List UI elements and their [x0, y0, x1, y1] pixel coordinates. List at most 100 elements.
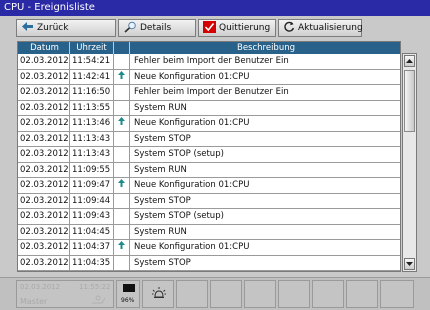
cell-description: System STOP — [134, 133, 191, 144]
check-icon — [203, 20, 216, 36]
cell-icon — [114, 224, 130, 240]
window: CPU - Ereignisliste Zurück Details Quitt… — [0, 0, 430, 310]
cell-icon — [114, 240, 130, 255]
cell-icon — [114, 162, 130, 178]
cell-description: Fehler beim Import der Benutzer Ein — [134, 87, 289, 97]
cell-date: 02.03.2012 — [18, 116, 70, 131]
alarm-bell-icon — [151, 286, 167, 305]
cell-description: System RUN — [134, 226, 187, 237]
arrow-down-icon — [406, 262, 413, 266]
cell-date: 02.03.2012 — [18, 100, 70, 116]
table-row[interactable]: 02.03.2012 11:42:41 Neue Konfiguration 01:… — [18, 69, 400, 85]
scroll-up-button[interactable] — [404, 55, 415, 67]
cell-time: 11:13:43 — [70, 131, 114, 147]
cell-date: 02.03.2012 — [18, 178, 70, 193]
details-button[interactable]: Details — [118, 19, 196, 37]
table-row[interactable]: 02.03.2012 11:13:43 System STOP — [18, 131, 400, 147]
status-slot-2 — [210, 280, 242, 308]
cell-date: 02.03.2012 — [18, 240, 70, 255]
table-row[interactable]: 02.03.2012 11:16:50 Fehler beim Import der… — [18, 85, 400, 101]
cell-time: 11:04:45 — [70, 224, 114, 240]
arrow-up-icon — [118, 70, 125, 82]
cell-time: 11:04:37 — [70, 240, 114, 255]
cell-description: Fehler beim Import der Benutzer Ein — [134, 56, 289, 66]
cell-description: System STOP — [134, 257, 191, 268]
table-row[interactable]: 02.03.2012 11:04:37 Neue Konfiguration 01:… — [18, 240, 400, 256]
cell-icon — [114, 100, 130, 116]
acknowledge-button[interactable]: Quittierung — [198, 19, 276, 37]
vertical-scrollbar[interactable] — [402, 53, 417, 272]
table-row[interactable]: 02.03.2012 11:04:35 System STOP — [18, 255, 400, 271]
table-row[interactable]: 02.03.2012 11:13:43 System STOP (setup) — [18, 147, 400, 163]
cell-date: 02.03.2012 — [18, 69, 70, 85]
cell-time: 11:16:50 — [70, 85, 114, 100]
refresh-button[interactable]: Aktualisierung — [278, 19, 363, 37]
toolbar: Zurück Details Quittierung Aktualisierun… — [0, 17, 430, 39]
table-row[interactable]: 02.03.2012 11:13:46 Neue Konfiguration 01:… — [18, 116, 400, 132]
event-table: Datum Uhrzeit Beschreibung 02.03.2012 11:… — [17, 41, 401, 272]
cell-date: 02.03.2012 — [18, 54, 70, 69]
battery-level: 96% — [121, 297, 135, 304]
cell-icon — [114, 193, 130, 209]
cell-time: 11:42:41 — [70, 69, 114, 85]
table-row[interactable]: 02.03.2012 11:13:55 System RUN — [18, 100, 400, 116]
user-icon — [91, 294, 107, 307]
status-user: Master — [20, 297, 48, 306]
cell-description: System RUN — [134, 102, 187, 113]
refresh-icon — [283, 21, 295, 36]
back-button[interactable]: Zurück — [16, 19, 116, 37]
scroll-thumb[interactable] — [404, 70, 415, 132]
scroll-down-button[interactable] — [404, 258, 415, 270]
cell-time: 11:09:43 — [70, 209, 114, 224]
cell-icon — [114, 209, 130, 224]
window-title: CPU - Ereignisliste — [0, 0, 430, 16]
cell-date: 02.03.2012 — [18, 85, 70, 100]
cell-description: System STOP (setup) — [134, 149, 224, 159]
cell-description: Neue Konfiguration 01:CPU — [134, 242, 250, 252]
cell-description: Neue Konfiguration 01:CPU — [134, 71, 250, 82]
column-description[interactable]: Beschreibung — [130, 42, 400, 54]
cell-icon — [114, 85, 130, 100]
arrow-up-icon — [118, 117, 125, 128]
status-time: 11:55:22 — [79, 283, 111, 291]
status-slot-4 — [278, 280, 310, 308]
cell-description: System STOP (setup) — [134, 211, 224, 221]
cell-time: 11:13:43 — [70, 147, 114, 162]
cell-time: 11:09:47 — [70, 178, 114, 193]
table-row[interactable]: 02.03.2012 11:09:55 System RUN — [18, 162, 400, 178]
table-row[interactable]: 02.03.2012 11:09:43 System STOP (setup) — [18, 209, 400, 225]
table-row[interactable]: 02.03.2012 11:54:21 Fehler beim Import der… — [18, 54, 400, 70]
alarm-panel[interactable] — [142, 280, 174, 308]
cell-icon — [114, 116, 130, 131]
cell-time: 11:13:55 — [70, 100, 114, 116]
table-row[interactable]: 02.03.2012 11:09:44 System STOP — [18, 193, 400, 209]
cell-date: 02.03.2012 — [18, 193, 70, 209]
cell-description: Neue Konfiguration 01:CPU — [134, 180, 250, 190]
cell-description: System RUN — [134, 164, 187, 175]
cell-time: 11:09:55 — [70, 162, 114, 178]
cell-date: 02.03.2012 — [18, 131, 70, 147]
cell-time: 11:09:44 — [70, 193, 114, 209]
cell-date: 02.03.2012 — [18, 209, 70, 224]
cell-icon — [114, 54, 130, 69]
magnifier-icon — [123, 21, 137, 36]
cell-date: 02.03.2012 — [18, 147, 70, 162]
cell-description: System STOP — [134, 195, 191, 206]
cell-date: 02.03.2012 — [18, 162, 70, 178]
arrow-up-icon — [406, 59, 413, 63]
cell-date: 02.03.2012 — [18, 255, 70, 271]
status-bar: 02.03.2012 11:55:22 Master 96% — [0, 277, 430, 310]
status-slot-6 — [346, 280, 378, 308]
arrow-up-icon — [118, 179, 125, 190]
column-time[interactable]: Uhrzeit — [70, 42, 114, 54]
table-row[interactable]: 02.03.2012 11:09:47 Neue Konfiguration 01:… — [18, 178, 400, 194]
cell-time: 11:04:35 — [70, 255, 114, 271]
cell-icon — [114, 178, 130, 193]
cell-date: 02.03.2012 — [18, 224, 70, 240]
column-date[interactable]: Datum — [18, 42, 70, 54]
status-slot-1 — [176, 280, 208, 308]
status-slot-3 — [244, 280, 276, 308]
cell-icon — [114, 131, 130, 147]
cell-icon — [114, 69, 130, 85]
table-row[interactable]: 02.03.2012 11:04:45 System RUN — [18, 224, 400, 240]
